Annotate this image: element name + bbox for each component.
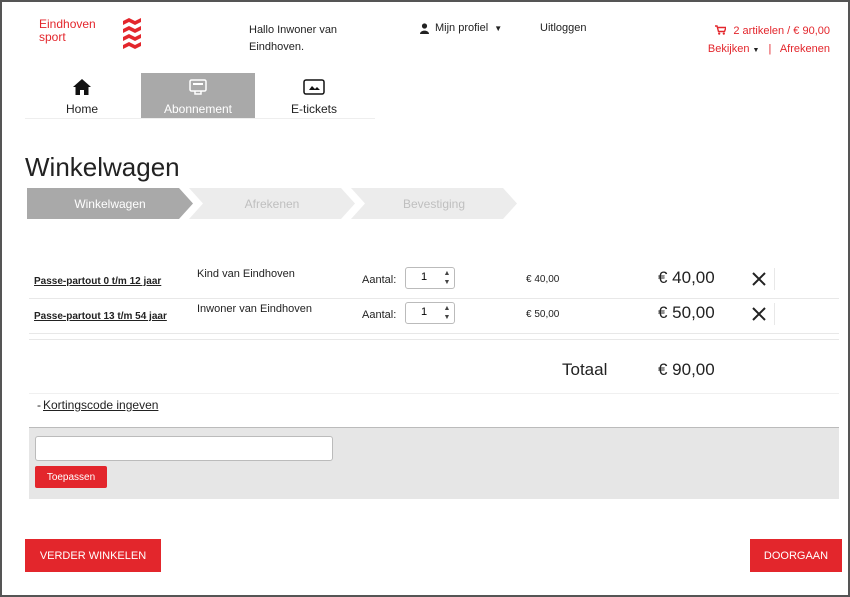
line-total: € 40,00 — [658, 268, 715, 287]
step-cart-label: Winkelwagen — [74, 196, 146, 211]
step-confirmation-label: Bevestiging — [402, 196, 466, 211]
unit-price: € 50,00 — [526, 309, 560, 320]
quantity-stepper: ▲▼ — [405, 267, 455, 289]
step-cart: Winkelwagen — [27, 188, 193, 219]
step-checkout: Afrekenen — [189, 188, 355, 219]
home-icon — [25, 79, 139, 99]
separator: | — [768, 43, 772, 55]
checkout-steps: Winkelwagen Afrekenen Bevestiging — [27, 188, 527, 219]
card-icon — [141, 79, 255, 99]
discount-code-input[interactable] — [35, 436, 333, 461]
step-confirmation: Bevestiging — [351, 188, 517, 219]
unit-price: € 40,00 — [526, 274, 560, 285]
total-label: Totaal — [562, 360, 608, 379]
chevron-down-icon: ▼ — [494, 23, 503, 33]
tab-home[interactable]: Home — [25, 73, 139, 118]
spinner-arrows-icon[interactable]: ▲ ▼ — [441, 269, 453, 287]
product-description: Kind van Eindhoven — [197, 268, 295, 280]
checkout-link[interactable]: Afrekenen — [780, 43, 830, 55]
proceed-button[interactable]: DOORGAAN — [750, 539, 842, 572]
cart-summary-text: 2 artikelen / € 90,00 — [733, 25, 830, 37]
remove-item-button[interactable] — [751, 303, 775, 325]
cart-row: Passe-partout 13 t/m 54 jaar Inwoner van… — [29, 299, 839, 334]
discount-panel: Toepassen — [29, 427, 839, 499]
cart-total: Totaal € 90,00 — [29, 339, 839, 394]
logo-text: Eindhoven sport — [39, 18, 117, 50]
tab-abonnement[interactable]: Abonnement — [141, 73, 255, 118]
product-link[interactable]: Passe-partout 0 t/m 12 jaar — [34, 276, 161, 287]
discount-toggle-label: Kortingscode ingeven — [43, 398, 159, 412]
logo[interactable]: Eindhoven sport — [39, 18, 143, 50]
step-checkout-label: Afrekenen — [244, 196, 300, 211]
close-icon — [752, 272, 766, 286]
product-link[interactable]: Passe-partout 13 t/m 54 jaar — [34, 311, 167, 322]
discount-toggle-link[interactable]: - Kortingscode ingeven — [37, 398, 158, 412]
quantity-label: Aantal: — [362, 309, 397, 321]
page-title: Winkelwagen — [25, 152, 180, 182]
tab-etickets-label: E-tickets — [290, 102, 337, 116]
remove-item-button[interactable] — [751, 268, 775, 290]
logo-mark-icon — [123, 18, 141, 49]
quantity-input[interactable] — [410, 306, 438, 318]
chevron-down-icon: ▼ — [752, 47, 760, 54]
profile-label: Mijn profiel — [435, 22, 489, 34]
tab-etickets[interactable]: E-tickets — [257, 73, 371, 118]
quantity-input[interactable] — [410, 271, 438, 283]
quantity-label: Aantal: — [362, 274, 397, 286]
greeting-text: Hallo Inwoner van Eindhoven. — [249, 24, 338, 53]
view-cart-label: Bekijken — [707, 43, 750, 55]
product-description: Inwoner van Eindhoven — [197, 303, 312, 315]
quantity-stepper: ▲▼ — [405, 302, 455, 324]
cart-row: Passe-partout 0 t/m 12 jaar Kind van Ein… — [29, 264, 839, 299]
cart-summary: 2 artikelen / € 90,00 Bekijken ▼ | Afrek… — [708, 22, 830, 60]
view-cart-link[interactable]: Bekijken ▼ — [708, 43, 763, 55]
close-icon — [752, 307, 766, 321]
tab-home-label: Home — [65, 102, 98, 116]
apply-discount-button[interactable]: Toepassen — [35, 466, 107, 488]
cart-summary-line[interactable]: 2 artikelen / € 90,00 — [708, 22, 830, 40]
cart-icon — [715, 25, 728, 35]
ticket-icon — [257, 79, 371, 99]
user-icon — [420, 22, 429, 34]
spinner-arrows-icon[interactable]: ▲ ▼ — [441, 304, 453, 322]
continue-shopping-button[interactable]: VERDER WINKELEN — [25, 539, 161, 572]
logo-line2: sport — [39, 30, 66, 44]
total-value: € 90,00 — [658, 360, 715, 379]
line-total: € 50,00 — [658, 303, 715, 322]
page-frame: Eindhoven sport Hallo Inwoner van Eindho… — [0, 0, 850, 597]
collapse-icon: - — [37, 398, 41, 412]
logout-link[interactable]: Uitloggen — [540, 22, 586, 34]
main-nav-tabs: Home Abonnement E-tickets — [25, 73, 375, 119]
profile-menu[interactable]: Mijn profiel ▼ — [420, 22, 502, 34]
tab-abonnement-label: Abonnement — [163, 102, 233, 116]
